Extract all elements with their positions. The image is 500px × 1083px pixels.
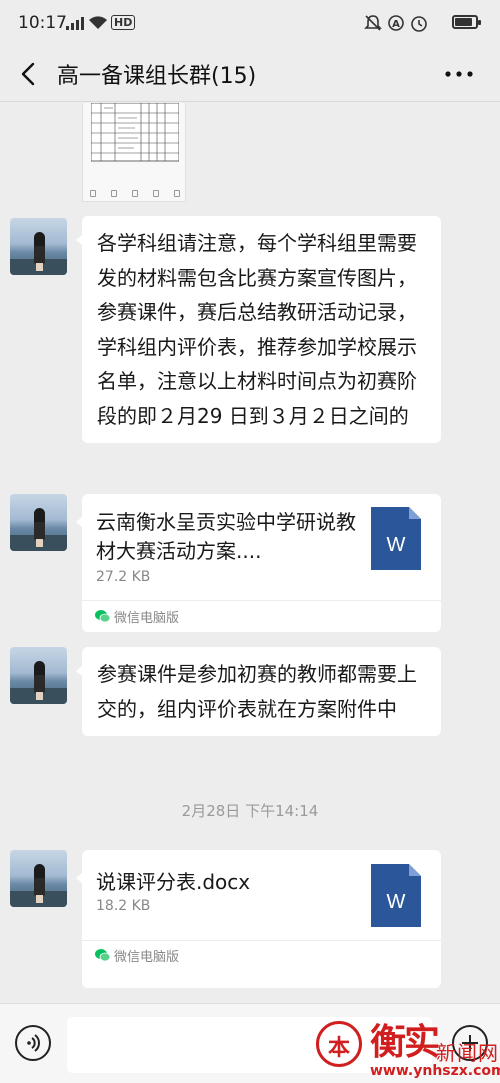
text-message-bubble[interactable]: 各学科组请注意，每个学科组里需要发的材料需包含比赛方案宣传图片，参赛课件，赛后总… (76, 216, 441, 443)
seal-logo: 本 (316, 1021, 362, 1067)
back-icon[interactable] (14, 59, 42, 89)
seal-char: 本 (328, 1035, 351, 1061)
watermark-news: 新闻网 (436, 1041, 499, 1065)
file-name: 说课评分表.docx (96, 870, 251, 894)
wifi-icon (89, 16, 107, 29)
status-bar: 10:17 HD A (0, 0, 500, 46)
file-size: 18.2 KB (96, 898, 151, 914)
file-size: 27.2 KB (96, 569, 151, 585)
wechat-pc-icon (95, 610, 110, 623)
wechat-pc-icon (95, 949, 110, 962)
divider (82, 940, 441, 941)
file-source: 微信电脑版 (114, 950, 180, 965)
text-message-bubble[interactable]: 参赛课件是参加初赛的教师都需要上交的，组内评价表就在方案附件中 (76, 647, 441, 736)
message-text: 参赛课件是参加初赛的教师都需要上交的，组内评价表就在方案附件中 (97, 662, 417, 721)
clock-icon (411, 16, 427, 32)
watermark-title: 衡实 (370, 1021, 440, 1063)
avatar[interactable] (10, 647, 67, 704)
watermark-url: www.ynhszx.com (370, 1063, 500, 1079)
battery-fill (455, 18, 472, 26)
file-name: 云南衡水呈贡实验中学研说教材大赛活动方案.... (96, 510, 356, 563)
hd-badge: HD (111, 15, 136, 30)
alarm-icon: A (388, 15, 404, 31)
site-watermark: 本 衡实 新闻网 www.ynhszx.com (316, 1015, 500, 1083)
word-document-icon: W (371, 864, 421, 927)
timestamp: 2月28日 下午14:14 (181, 802, 319, 820)
divider (82, 600, 441, 601)
signal-icon (66, 17, 84, 30)
svg-text:A: A (392, 19, 400, 30)
file-source: 微信电脑版 (114, 611, 180, 626)
thumbnail-toolbar (83, 185, 185, 201)
word-document-icon: W (371, 507, 421, 570)
file-message-card[interactable]: 说课评分表.docx 18.2 KB W 微信电脑版 (76, 850, 441, 988)
word-letter: W (387, 534, 406, 556)
avatar[interactable] (10, 218, 67, 275)
mute-bell-icon (364, 15, 382, 31)
word-letter: W (387, 891, 406, 913)
battery-icon (452, 15, 481, 29)
file-message-card[interactable]: 云南衡水呈贡实验中学研说教材大赛活动方案.... 27.2 KB W 微信电脑版 (76, 494, 441, 632)
avatar[interactable] (10, 850, 67, 907)
voice-icon[interactable] (15, 1025, 51, 1061)
status-time: 10:17 (18, 13, 67, 33)
message-text: 各学科组请注意，每个学科组里需要发的材料需包含比赛方案宣传图片，参赛课件，赛后总… (97, 231, 417, 428)
chat-header: 高一备课组长群(15) (0, 46, 500, 102)
more-icon[interactable] (444, 70, 474, 78)
chat-message-list[interactable]: 各学科组请注意，每个学科组里需要发的材料需包含比赛方案宣传图片，参赛课件，赛后总… (0, 103, 500, 1003)
chat-title: 高一备课组长群(15) (57, 64, 257, 89)
avatar[interactable] (10, 494, 67, 551)
document-thumbnail (91, 103, 179, 162)
image-message[interactable] (82, 103, 186, 202)
